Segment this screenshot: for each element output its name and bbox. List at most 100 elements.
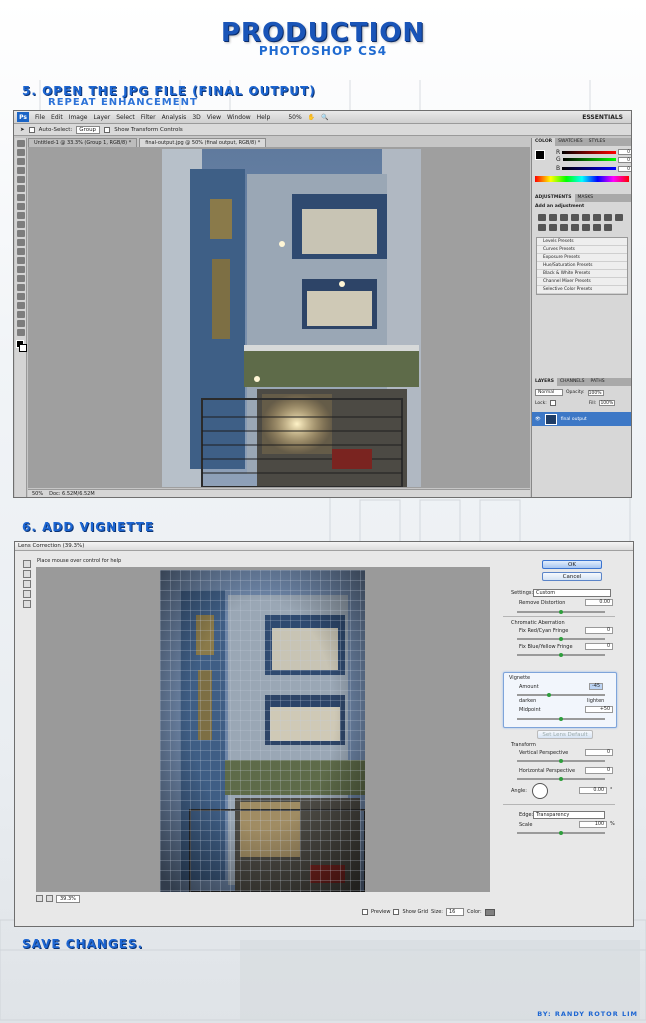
- type-tool[interactable]: [16, 275, 25, 282]
- remove-distortion-tool[interactable]: [23, 560, 31, 568]
- vibrance-icon[interactable]: [582, 214, 590, 221]
- dodge-tool[interactable]: [16, 257, 25, 264]
- angle-dial-icon[interactable]: [532, 783, 548, 799]
- tab-adjustments[interactable]: ADJUSTMENTS: [532, 194, 575, 202]
- tab-untitled-1[interactable]: Untitled-1 @ 33.3% (Group 1, RGB/8) *: [28, 138, 138, 147]
- red-value[interactable]: 0: [618, 149, 631, 155]
- amount-knob[interactable]: [547, 693, 551, 697]
- fix-red-field[interactable]: 0: [585, 627, 613, 634]
- gradient-map-icon[interactable]: [593, 224, 601, 231]
- crop-tool[interactable]: [16, 176, 25, 183]
- green-slider[interactable]: [562, 158, 617, 161]
- pen-tool[interactable]: [16, 266, 25, 273]
- lock-transparency-icon[interactable]: [549, 400, 556, 406]
- menu-analysis[interactable]: Analysis: [159, 114, 190, 121]
- zoom-field[interactable]: 39.3%: [56, 895, 80, 903]
- red-slider[interactable]: [562, 150, 617, 154]
- gradient-tool[interactable]: [16, 239, 25, 246]
- hue-saturation-icon[interactable]: [593, 214, 601, 221]
- vertical-perspective-knob[interactable]: [559, 759, 563, 763]
- amount-field[interactable]: -45: [589, 683, 603, 690]
- tab-layers[interactable]: LAYERS: [532, 378, 557, 386]
- horizontal-perspective-field[interactable]: 0: [585, 767, 613, 774]
- fix-red-knob[interactable]: [559, 637, 563, 641]
- tab-channels[interactable]: CHANNELS: [557, 378, 588, 386]
- opacity-field[interactable]: 100%: [587, 389, 604, 396]
- shape-tool[interactable]: [16, 293, 25, 300]
- remove-distortion-field[interactable]: 0.00: [585, 599, 613, 606]
- eyedropper-tool[interactable]: [16, 185, 25, 192]
- preview-area[interactable]: [36, 567, 490, 892]
- canvas-area[interactable]: [28, 147, 530, 488]
- blue-value[interactable]: 0: [618, 165, 631, 172]
- move-grid-tool[interactable]: [23, 580, 31, 588]
- path-select-tool[interactable]: [16, 284, 25, 291]
- quick-select-tool[interactable]: [16, 167, 25, 174]
- preset-hue-saturation[interactable]: Hue/Saturation Presets: [537, 262, 627, 270]
- curves-icon[interactable]: [560, 214, 568, 221]
- brightness-icon[interactable]: [538, 214, 546, 221]
- edge-dropdown[interactable]: Transparency: [533, 811, 605, 819]
- menu-select[interactable]: Select: [113, 114, 138, 121]
- vertical-perspective-field[interactable]: 0: [585, 749, 613, 756]
- menu-image[interactable]: Image: [66, 114, 91, 121]
- midpoint-field[interactable]: +50: [585, 706, 613, 713]
- show-grid-checkbox[interactable]: [393, 909, 400, 915]
- menu-file[interactable]: File: [32, 114, 48, 121]
- ok-button[interactable]: OK: [542, 560, 602, 569]
- eraser-tool[interactable]: [16, 230, 25, 237]
- invert-icon[interactable]: [560, 224, 568, 231]
- brush-tool[interactable]: [16, 203, 25, 210]
- midpoint-knob[interactable]: [559, 717, 563, 721]
- tab-styles[interactable]: STYLES: [586, 138, 609, 146]
- menu-layer[interactable]: Layer: [90, 114, 113, 121]
- blue-slider[interactable]: [562, 167, 617, 170]
- tab-final-output[interactable]: final-output.jpg @ 50% (final output, RG…: [139, 138, 267, 147]
- blend-mode-dropdown[interactable]: Normal: [535, 389, 563, 396]
- auto-select-checkbox[interactable]: [28, 126, 35, 133]
- hand-tool-icon[interactable]: [23, 590, 31, 598]
- preset-black-white[interactable]: Black & White Presets: [537, 270, 627, 278]
- tab-color[interactable]: COLOR: [532, 138, 556, 146]
- channel-mixer-icon[interactable]: [549, 224, 557, 231]
- settings-dropdown[interactable]: Custom: [533, 589, 611, 597]
- tab-masks[interactable]: MASKS: [575, 194, 597, 202]
- tab-paths[interactable]: PATHS: [588, 378, 608, 386]
- workspace-switcher[interactable]: ESSENTIALS: [582, 114, 631, 121]
- preset-levels[interactable]: Levels Presets: [537, 238, 627, 246]
- fill-field[interactable]: 100%: [599, 400, 616, 406]
- preset-channel-mixer[interactable]: Channel Mixer Presets: [537, 278, 627, 286]
- amount-slider[interactable]: [517, 694, 605, 696]
- exposure-icon[interactable]: [571, 214, 579, 221]
- straighten-tool[interactable]: [23, 570, 31, 578]
- set-lens-default-button[interactable]: Set Lens Default: [537, 730, 593, 739]
- zoom-tool-icon[interactable]: [23, 600, 31, 608]
- zoom-in-icon[interactable]: [46, 894, 53, 902]
- transform-controls-checkbox[interactable]: [104, 126, 111, 133]
- menu-view[interactable]: View: [204, 114, 224, 121]
- fix-blue-knob[interactable]: [559, 653, 563, 657]
- angle-field[interactable]: 0.00: [579, 787, 607, 794]
- color-balance-icon[interactable]: [604, 214, 612, 221]
- fix-blue-field[interactable]: 0: [585, 643, 613, 650]
- grid-size-field[interactable]: 16: [446, 908, 464, 916]
- menu-edit[interactable]: Edit: [48, 114, 66, 121]
- menu-help[interactable]: Help: [254, 114, 274, 121]
- zoom-tool[interactable]: [16, 329, 25, 336]
- horizontal-perspective-knob[interactable]: [559, 777, 563, 781]
- green-value[interactable]: 0: [618, 156, 631, 163]
- auto-select-dropdown[interactable]: Group: [76, 125, 101, 134]
- selective-color-icon[interactable]: [604, 224, 612, 231]
- hand-tool-icon[interactable]: ✋: [305, 114, 318, 121]
- background-color-swatch[interactable]: [19, 344, 27, 352]
- grid-color-swatch[interactable]: [484, 908, 495, 916]
- layer-name[interactable]: final output: [561, 417, 587, 422]
- tab-swatches[interactable]: SWATCHES: [555, 138, 586, 146]
- preset-curves[interactable]: Curves Presets: [537, 246, 627, 254]
- preset-exposure[interactable]: Exposure Presets: [537, 254, 627, 262]
- menu-3d[interactable]: 3D: [189, 114, 203, 121]
- clone-tool[interactable]: [16, 212, 25, 219]
- zoom-out-icon[interactable]: [36, 894, 43, 902]
- fg-color-icon[interactable]: [535, 150, 545, 160]
- scale-knob[interactable]: [559, 831, 563, 835]
